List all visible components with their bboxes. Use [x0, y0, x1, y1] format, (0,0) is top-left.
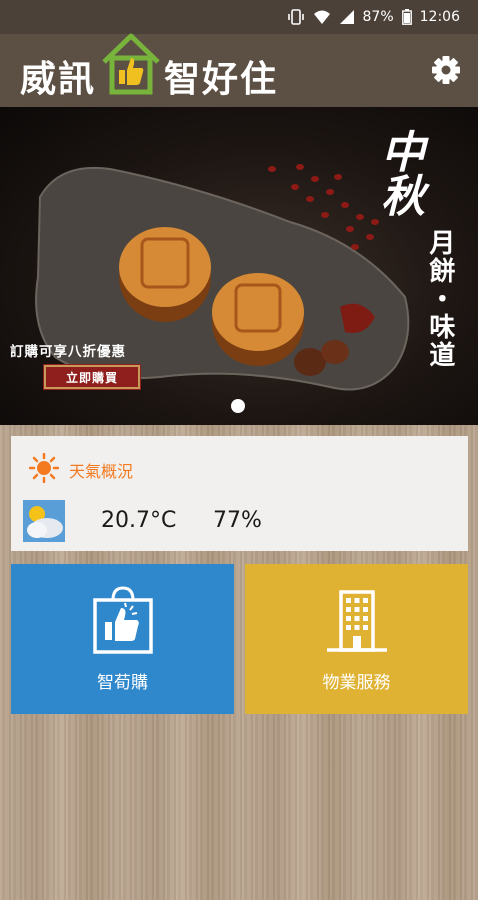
app-logo: 威訊 智好住	[20, 33, 279, 104]
weather-card: 天氣概況 20.7°C 77%	[11, 436, 468, 551]
promo-banner[interactable]: 中秋 月餅・味道 訂購可享八折優惠 立即購買	[0, 107, 478, 425]
property-service-label: 物業服務	[322, 673, 391, 693]
carousel-page-indicator[interactable]	[231, 399, 245, 413]
sun-icon	[28, 452, 60, 487]
banner-title: 中秋	[373, 129, 424, 217]
wifi-icon	[313, 9, 331, 25]
logo-text-left: 威訊	[20, 59, 97, 100]
clock: 12:06	[419, 9, 460, 25]
settings-gear-icon[interactable]	[430, 54, 462, 86]
battery-icon	[401, 9, 412, 25]
weather-title: 天氣概況	[69, 462, 134, 481]
humidity-value: 77%	[213, 508, 262, 533]
partly-cloudy-icon	[23, 500, 65, 546]
signal-icon	[339, 9, 355, 25]
app-header: 威訊 智好住	[0, 33, 478, 107]
smart-shopping-label: 智荀購	[97, 673, 148, 693]
house-thumbs-up-icon	[100, 32, 162, 100]
vibrate-icon	[287, 9, 305, 25]
buy-now-button[interactable]: 立即購買	[43, 364, 141, 390]
battery-level: 87%	[362, 9, 394, 25]
status-bar: 87% 12:06	[0, 0, 478, 34]
banner-subtitle: 月餅・味道	[424, 229, 455, 369]
building-icon	[325, 584, 389, 660]
property-service-tile[interactable]: 物業服務	[245, 564, 468, 714]
temperature-value: 20.7°C	[101, 508, 177, 533]
shopping-bag-thumbs-up-icon	[91, 584, 155, 660]
banner-promo-text: 訂購可享八折優惠	[10, 344, 126, 360]
logo-text-right: 智好住	[164, 59, 279, 100]
smart-shopping-tile[interactable]: 智荀購	[11, 564, 234, 714]
